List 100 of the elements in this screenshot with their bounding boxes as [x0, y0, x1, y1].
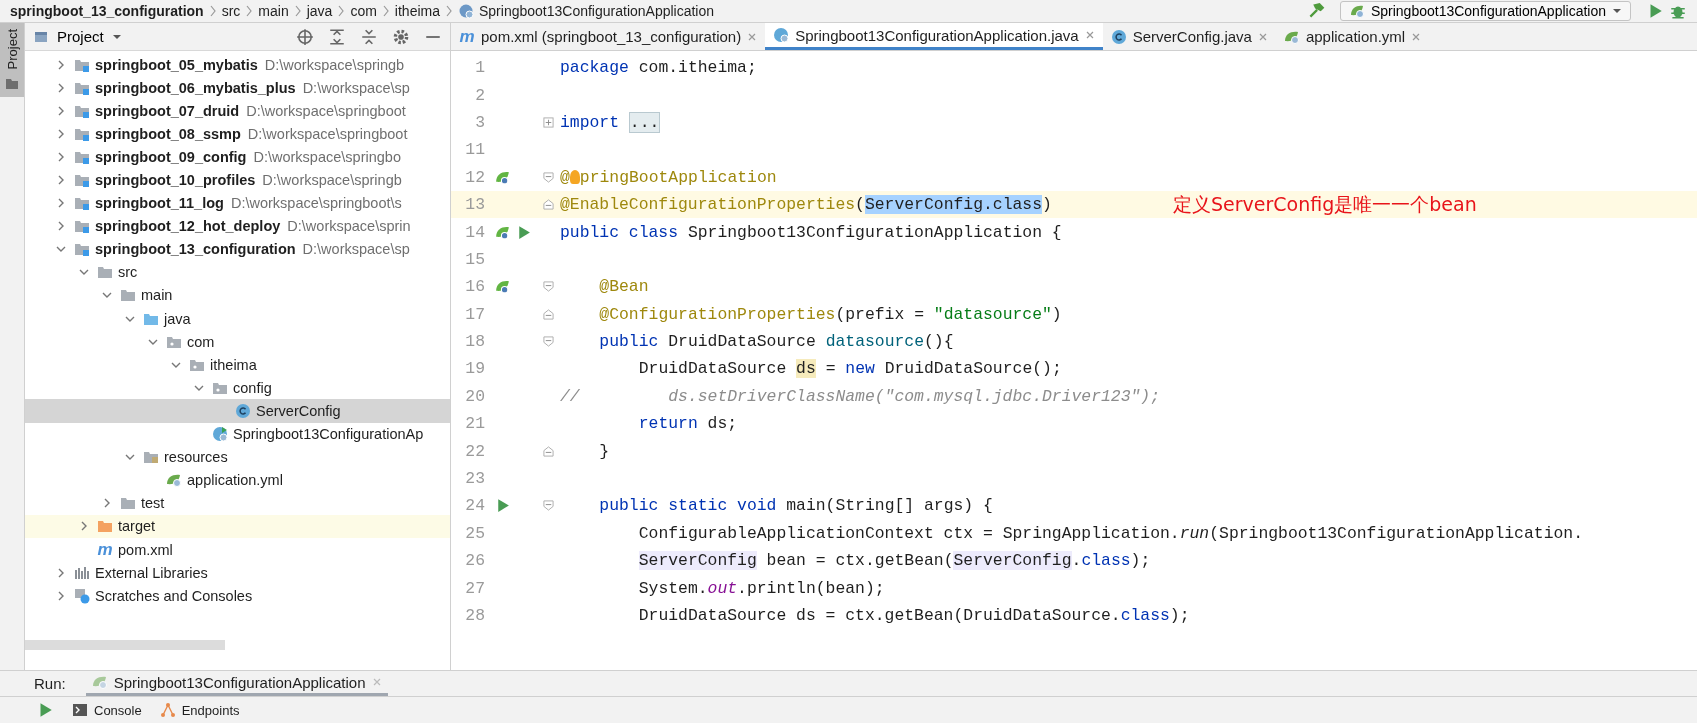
- close-icon[interactable]: [747, 31, 758, 42]
- project-tool-tab[interactable]: Project: [0, 23, 24, 98]
- tree-item[interactable]: application.yml: [25, 468, 450, 492]
- tree-item[interactable]: External Libraries: [25, 561, 450, 585]
- module-path: D:\workspace\sp: [302, 79, 410, 96]
- class-icon: [1110, 28, 1127, 45]
- run-label: Run:: [34, 675, 66, 692]
- editor-tab[interactable]: ServerConfig.java: [1102, 23, 1276, 50]
- console-icon: [72, 702, 88, 718]
- breadcrumb[interactable]: Springboot13ConfigurationApplication: [479, 3, 715, 19]
- fold-marker-icon[interactable]: [543, 171, 554, 183]
- module-path: D:\workspace\sp: [302, 241, 410, 258]
- fold-marker-icon[interactable]: [543, 199, 554, 211]
- fold-marker-icon[interactable]: [543, 445, 554, 457]
- editor-tab[interactable]: Springboot13ConfigurationApplication.java: [765, 23, 1103, 50]
- line-number: 28: [464, 606, 485, 625]
- tree-item[interactable]: resources: [25, 445, 450, 469]
- expand-all-icon[interactable]: [328, 27, 346, 46]
- fold-marker-icon[interactable]: [543, 500, 554, 512]
- line-number: 15: [464, 249, 485, 269]
- leaf-icon: [91, 674, 108, 690]
- libraries-icon: [74, 564, 90, 581]
- folder-icon: [97, 518, 113, 535]
- tree-item[interactable]: ServerConfig: [25, 399, 450, 423]
- fold-marker-icon[interactable]: [543, 308, 554, 320]
- tree-item[interactable]: springboot_11_log D:\workspace\springboot\s: [25, 191, 450, 215]
- annotation-note: 定义ServerConfig是唯一一个bean: [1173, 191, 1477, 217]
- endpoints-icon: [159, 702, 176, 718]
- module-path: D:\workspace\springb: [264, 56, 405, 73]
- tree-item[interactable]: src: [25, 260, 450, 284]
- breadcrumb[interactable]: com: [350, 3, 377, 19]
- line-number: 16: [464, 277, 485, 297]
- tree-item[interactable]: springboot_09_config D:\workspace\springbo: [25, 145, 450, 169]
- settings-icon[interactable]: [392, 27, 410, 46]
- chevron-icon: [293, 5, 302, 17]
- project-view-dropdown[interactable]: Project: [57, 28, 122, 45]
- tree-item[interactable]: com: [25, 330, 450, 354]
- code-line: ConfigurableApplicationContext ctx = SpringApplication.run(Springboot13ConfigurationApplication.: [637, 523, 1583, 543]
- line-number: 14: [464, 222, 485, 242]
- breadcrumb[interactable]: springboot_13_configuration: [10, 3, 204, 19]
- run-tab[interactable]: Springboot13ConfigurationApplication: [85, 671, 388, 696]
- module-path: D:\workspace\springb: [262, 172, 402, 188]
- close-icon[interactable]: [1257, 31, 1268, 42]
- code-line: DruidDataSource ds = new DruidDataSource();: [637, 359, 1062, 379]
- fold-marker-icon[interactable]: [543, 116, 554, 128]
- breadcrumb[interactable]: src: [221, 3, 241, 19]
- breadcrumb[interactable]: java: [306, 3, 333, 19]
- code-line: }: [598, 441, 610, 461]
- bean-gutter-icon[interactable]: [494, 278, 511, 296]
- editor-tab[interactable]: m pom.xml (springboot_13_configuration): [451, 23, 766, 50]
- line-number: 26: [464, 551, 485, 571]
- fold-marker-icon[interactable]: [543, 336, 554, 348]
- editor-tab[interactable]: application.yml: [1275, 23, 1430, 50]
- chevron-icon: [445, 5, 453, 17]
- fold-marker-icon[interactable]: [543, 281, 554, 293]
- code-line: return ds;: [637, 414, 738, 434]
- line-number: 12: [464, 167, 485, 187]
- code-line: // ds.setDriverClassName("com.mysql.jdbc.Driver123");: [560, 386, 1160, 406]
- tree-item[interactable]: Springboot13ConfigurationAp: [25, 422, 450, 446]
- tree-item[interactable]: target: [25, 514, 450, 538]
- tree-item[interactable]: springboot_08_ssmp D:\workspace\springboot: [25, 122, 450, 146]
- code-line: @ pringBootApplication: [560, 167, 777, 187]
- class-icon: [235, 402, 251, 419]
- close-icon[interactable]: [1411, 31, 1422, 42]
- line-number: 24: [464, 496, 485, 516]
- locate-icon[interactable]: [296, 27, 314, 46]
- tree-item[interactable]: springboot_10_profiles D:\workspace\springb: [25, 168, 450, 192]
- tool-tab[interactable]: Console: [72, 702, 142, 718]
- tree-item[interactable]: springboot_07_druid D:\workspace\springboot: [25, 99, 450, 123]
- tree-item[interactable]: springboot_06_mybatis_plus D:\workspace\sp: [25, 76, 450, 100]
- tree-item[interactable]: test: [25, 491, 450, 515]
- chevron-icon: [245, 5, 254, 17]
- tool-tab[interactable]: Endpoints: [159, 702, 240, 718]
- tree-item[interactable]: java: [25, 307, 450, 331]
- leaf-icon: [166, 472, 182, 489]
- leaf-icon: [1348, 3, 1365, 19]
- folder-icon: [120, 495, 136, 512]
- collapse-all-icon[interactable]: [360, 27, 378, 46]
- code-line: ServerConfig bean = ctx.getBean(ServerConfig.class);: [637, 551, 1151, 571]
- tree-item[interactable]: Scratches and Consoles: [25, 584, 450, 608]
- tree-item[interactable]: springboot_13_configuration D:\workspace\sp: [25, 237, 450, 261]
- line-number: 18: [464, 332, 485, 352]
- code-line: @EnableConfigurationProperties(ServerConfig.class): [560, 195, 1052, 215]
- breadcrumb[interactable]: itheima: [394, 3, 440, 19]
- scrollbar[interactable]: [25, 640, 225, 650]
- close-icon[interactable]: [1084, 30, 1095, 40]
- code-line: DruidDataSource ds = ctx.getBean(DruidDataSource.class);: [637, 606, 1190, 625]
- breadcrumb[interactable]: main: [258, 3, 289, 19]
- tree-item[interactable]: itheima: [25, 353, 450, 377]
- run-configuration-dropdown[interactable]: Springboot13ConfigurationApplication: [1339, 1, 1631, 21]
- chevron-icon: [381, 5, 390, 17]
- tree-item[interactable]: m pom.xml: [25, 537, 450, 562]
- tree-item[interactable]: springboot_05_mybatis D:\workspace\springb: [25, 53, 450, 77]
- tree-item[interactable]: main: [25, 283, 450, 308]
- code-line: System.out.println(bean);: [637, 578, 885, 598]
- module-path: D:\workspace\sprin: [287, 218, 411, 235]
- tree-item[interactable]: config: [25, 376, 450, 400]
- tree-item[interactable]: springboot_12_hot_deploy D:\workspace\sprin: [25, 214, 450, 238]
- line-number: 21: [464, 414, 485, 434]
- class-icon: [458, 3, 474, 19]
